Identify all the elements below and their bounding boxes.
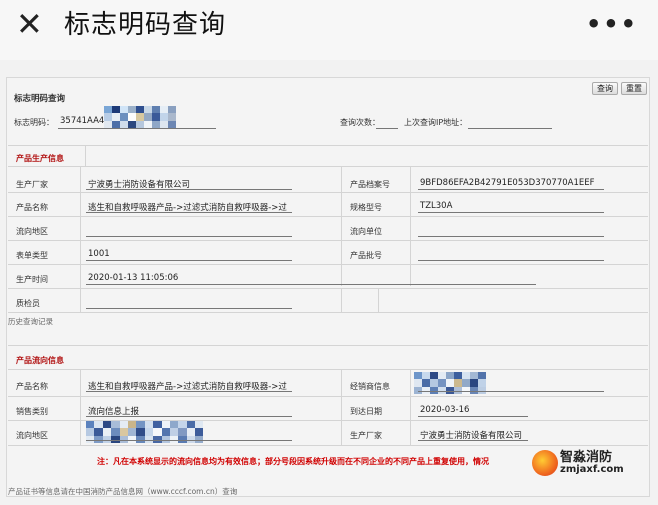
divider: [85, 146, 86, 166]
query-count-underline: [376, 128, 398, 129]
code-underline: [58, 128, 216, 129]
flow-manufacturer-label: 生产厂家: [350, 431, 382, 440]
top-bar: ✕ 标志明码查询 •••: [0, 0, 658, 60]
underline: [86, 236, 292, 237]
last-ip-label: 上次查询IP地址：: [404, 118, 468, 127]
arrival-date-label: 到达日期: [350, 407, 382, 416]
arrival-date-value[interactable]: 2020-03-16: [420, 405, 469, 415]
page-title: 标志明码查询: [64, 10, 227, 40]
flow-region-label: 流向地区: [16, 431, 48, 440]
form-type-label: 表单类型: [16, 251, 48, 260]
production-time-label: 生产时间: [16, 275, 48, 284]
query-button[interactable]: 查询: [592, 82, 618, 95]
underline: [86, 284, 536, 285]
code-mosaic: [104, 106, 176, 128]
underline: [418, 212, 604, 213]
flow-product-name-label: 产品名称: [16, 382, 48, 391]
region-label: 流向地区: [16, 227, 48, 236]
underline: [86, 391, 292, 392]
dealer-label: 经销商信息: [350, 382, 390, 391]
destination-unit-label: 流向单位: [350, 227, 382, 236]
panel-title: 标志明码查询: [14, 94, 66, 104]
divider: [341, 288, 342, 312]
divider: [8, 145, 648, 146]
underline: [418, 236, 604, 237]
model-label: 规格型号: [350, 203, 382, 212]
underline: [86, 416, 292, 417]
code-value[interactable]: 35741AA4: [60, 116, 104, 126]
underline: [86, 308, 292, 309]
divider: [80, 369, 81, 445]
inspector-label: 质检员: [16, 299, 40, 308]
model-value[interactable]: TZL30A: [420, 201, 452, 211]
history-link[interactable]: 历史查询记录: [8, 316, 53, 327]
underline: [86, 212, 292, 213]
notice-text: 注：凡在本系统显示的流向信息均为有效信息；部分号段因系统升级而在不同企业的不同产…: [97, 457, 489, 466]
underline: [86, 189, 292, 190]
archive-value[interactable]: 9BFD86EFA2B42791E053D370770A1EEF: [420, 178, 595, 188]
flame-logo-icon: [532, 450, 558, 476]
sales-type-label: 销售类别: [16, 407, 48, 416]
watermark-url: zmjaxf.com: [560, 464, 624, 475]
divider: [8, 240, 648, 241]
more-options-icon[interactable]: •••: [586, 10, 638, 38]
divider: [8, 288, 648, 289]
manufacturer-label: 生产厂家: [16, 180, 48, 189]
divider: [8, 312, 648, 313]
divider: [341, 166, 342, 286]
divider: [80, 166, 81, 312]
last-ip-underline: [468, 128, 552, 129]
watermark: 智淼消防 zmjaxf.com: [530, 446, 650, 482]
divider: [341, 369, 342, 445]
divider: [8, 216, 648, 217]
watermark-name: 智淼消防: [560, 450, 613, 465]
underline: [418, 416, 528, 417]
underline: [418, 391, 604, 392]
divider: [410, 369, 411, 445]
production-time-value[interactable]: 2020-01-13 11:05:06: [88, 273, 178, 283]
flow-section-title: 产品流向信息: [16, 356, 64, 365]
divider: [8, 192, 648, 193]
underline: [418, 189, 604, 190]
divider: [8, 345, 648, 346]
production-section-title: 产品生产信息: [16, 154, 64, 163]
divider: [8, 264, 648, 265]
underline: [86, 440, 292, 441]
underline: [418, 260, 604, 261]
underline: [418, 440, 528, 441]
divider: [410, 166, 411, 286]
divider: [378, 288, 379, 312]
close-icon[interactable]: ✕: [16, 8, 43, 40]
product-name-label: 产品名称: [16, 203, 48, 212]
batch-label: 产品批号: [350, 251, 382, 260]
divider: [8, 369, 648, 370]
query-count-label: 查询次数：: [340, 118, 380, 127]
underline: [86, 260, 292, 261]
footer-text: 产品证书等信息请在中国消防产品信息网（www.cccf.com.cn）查询: [8, 487, 238, 496]
archive-label: 产品档案号: [350, 180, 390, 189]
divider: [8, 166, 648, 167]
divider: [8, 396, 648, 397]
reset-button[interactable]: 重置: [621, 82, 647, 95]
code-label: 标志明码：: [14, 118, 54, 127]
form-type-value[interactable]: 1001: [88, 249, 110, 259]
